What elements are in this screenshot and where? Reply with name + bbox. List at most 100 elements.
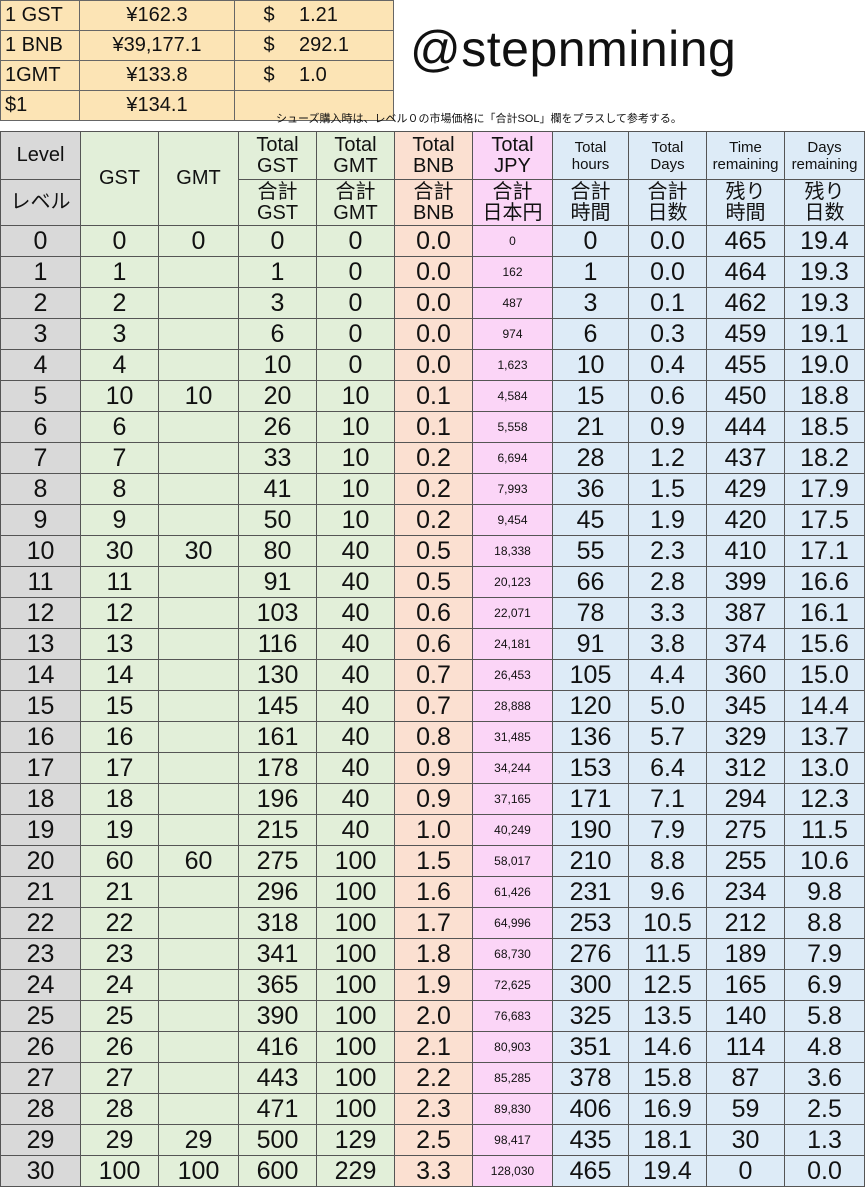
cell-total-gmt: 40 — [316, 659, 395, 691]
cell-total-jpy: 0 — [472, 225, 553, 257]
cell-total-days: 0.0 — [628, 225, 707, 257]
cell-total-gmt: 100 — [316, 907, 395, 939]
cell-total-gmt: 100 — [316, 1000, 395, 1032]
rate-usd-symbol: $ — [263, 4, 275, 26]
header-days-remaining: Days remaining — [784, 131, 865, 180]
cell-total-gmt: 0 — [316, 287, 395, 319]
rate-row: 1 BNB ¥39,177.1 $292.1 — [0, 30, 394, 61]
cell-total-days: 3.8 — [628, 628, 707, 660]
cell-time-remaining: 312 — [706, 752, 785, 784]
cell-gst: 7 — [80, 442, 159, 474]
cell-time-remaining: 360 — [706, 659, 785, 691]
cell-total-hours: 0 — [552, 225, 629, 257]
cell-total-bnb: 0.2 — [394, 442, 473, 474]
level-row: 19 19 215 40 1.0 40,249 190 7.9 275 11.5 — [0, 814, 865, 846]
level-row: 21 21 296 100 1.6 61,426 231 9.6 234 9.8 — [0, 876, 865, 908]
cell-total-days: 7.9 — [628, 814, 707, 846]
cell-total-gst: 161 — [238, 721, 317, 753]
cell-total-gmt: 40 — [316, 566, 395, 598]
cell-total-bnb: 0.0 — [394, 349, 473, 381]
cell-total-days: 2.8 — [628, 566, 707, 598]
cell-time-remaining: 462 — [706, 287, 785, 319]
cell-gst: 11 — [80, 566, 159, 598]
cell-total-gst: 416 — [238, 1031, 317, 1063]
cell-total-gst: 600 — [238, 1155, 317, 1187]
cell-gmt — [158, 721, 239, 753]
cell-total-bnb: 0.7 — [394, 659, 473, 691]
cell-days-remaining: 5.8 — [784, 1000, 865, 1032]
cell-total-gmt: 0 — [316, 256, 395, 288]
cell-level: 14 — [0, 659, 81, 691]
cell-gst: 26 — [80, 1031, 159, 1063]
cell-days-remaining: 16.6 — [784, 566, 865, 598]
cell-total-gmt: 40 — [316, 814, 395, 846]
cell-gmt — [158, 597, 239, 629]
rate-jpy: ¥134.1 — [79, 90, 235, 121]
level-row: 29 29 29 500 129 2.5 98,417 435 18.1 30 1.3 — [0, 1124, 865, 1156]
rate-usd: $1.0 — [234, 60, 394, 91]
level-row: 10 30 30 80 40 0.5 18,338 55 2.3 410 17.1 — [0, 535, 865, 567]
cell-total-gst: 178 — [238, 752, 317, 784]
cell-time-remaining: 459 — [706, 318, 785, 350]
cell-days-remaining: 1.3 — [784, 1124, 865, 1156]
level-row: 12 12 103 40 0.6 22,071 78 3.3 387 16.1 — [0, 597, 865, 629]
level-row: 0 0 0 0 0 0.0 0 0 0.0 465 19.4 — [0, 225, 865, 257]
cell-total-gst: 500 — [238, 1124, 317, 1156]
cell-total-hours: 21 — [552, 411, 629, 443]
cell-total-days: 1.9 — [628, 504, 707, 536]
cell-level: 8 — [0, 473, 81, 505]
cell-total-jpy: 5,558 — [472, 411, 553, 443]
cell-total-bnb: 2.1 — [394, 1031, 473, 1063]
cell-level: 22 — [0, 907, 81, 939]
cell-gst: 18 — [80, 783, 159, 815]
cell-total-gmt: 40 — [316, 597, 395, 629]
level-row: 7 7 33 10 0.2 6,694 28 1.2 437 18.2 — [0, 442, 865, 474]
cell-total-days: 0.3 — [628, 318, 707, 350]
cell-days-remaining: 3.6 — [784, 1062, 865, 1094]
cell-days-remaining: 17.5 — [784, 504, 865, 536]
cell-level: 27 — [0, 1062, 81, 1094]
cell-total-days: 13.5 — [628, 1000, 707, 1032]
cell-gst: 19 — [80, 814, 159, 846]
cell-gmt — [158, 1031, 239, 1063]
cell-gmt — [158, 814, 239, 846]
level-row: 30 100 100 600 229 3.3 128,030 465 19.4 0 0.0 — [0, 1155, 865, 1187]
cell-gmt — [158, 783, 239, 815]
cell-total-gst: 130 — [238, 659, 317, 691]
cell-gmt — [158, 690, 239, 722]
cell-time-remaining: 59 — [706, 1093, 785, 1125]
cell-gst: 3 — [80, 318, 159, 350]
cell-total-gst: 26 — [238, 411, 317, 443]
cell-gst: 12 — [80, 597, 159, 629]
cell-total-days: 18.1 — [628, 1124, 707, 1156]
cell-total-days: 5.7 — [628, 721, 707, 753]
cell-total-bnb: 0.5 — [394, 566, 473, 598]
cell-total-bnb: 0.0 — [394, 225, 473, 257]
cell-total-jpy: 22,071 — [472, 597, 553, 629]
rate-label: 1 GST — [0, 0, 80, 31]
cell-total-days: 14.6 — [628, 1031, 707, 1063]
header-total-hours-jp: 合計 時間 — [552, 179, 629, 226]
cell-days-remaining: 18.2 — [784, 442, 865, 474]
cell-total-gst: 41 — [238, 473, 317, 505]
cell-total-bnb: 0.9 — [394, 783, 473, 815]
cell-gst: 100 — [80, 1155, 159, 1187]
cell-gst: 6 — [80, 411, 159, 443]
cell-gmt: 29 — [158, 1124, 239, 1156]
cell-total-bnb: 1.0 — [394, 814, 473, 846]
cell-time-remaining: 374 — [706, 628, 785, 660]
rate-row: 1GMT ¥133.8 $1.0 — [0, 60, 394, 91]
cell-total-days: 0.6 — [628, 380, 707, 412]
cell-gmt — [158, 473, 239, 505]
cell-total-gst: 3 — [238, 287, 317, 319]
cell-total-gst: 0 — [238, 225, 317, 257]
header-total-bnb-jp: 合計 BNB — [394, 179, 473, 226]
cell-gst: 28 — [80, 1093, 159, 1125]
cell-gmt — [158, 349, 239, 381]
cell-gmt — [158, 938, 239, 970]
cell-total-gmt: 100 — [316, 876, 395, 908]
cell-time-remaining: 437 — [706, 442, 785, 474]
level-row: 13 13 116 40 0.6 24,181 91 3.8 374 15.6 — [0, 628, 865, 660]
cell-total-jpy: 76,683 — [472, 1000, 553, 1032]
cell-total-bnb: 2.0 — [394, 1000, 473, 1032]
